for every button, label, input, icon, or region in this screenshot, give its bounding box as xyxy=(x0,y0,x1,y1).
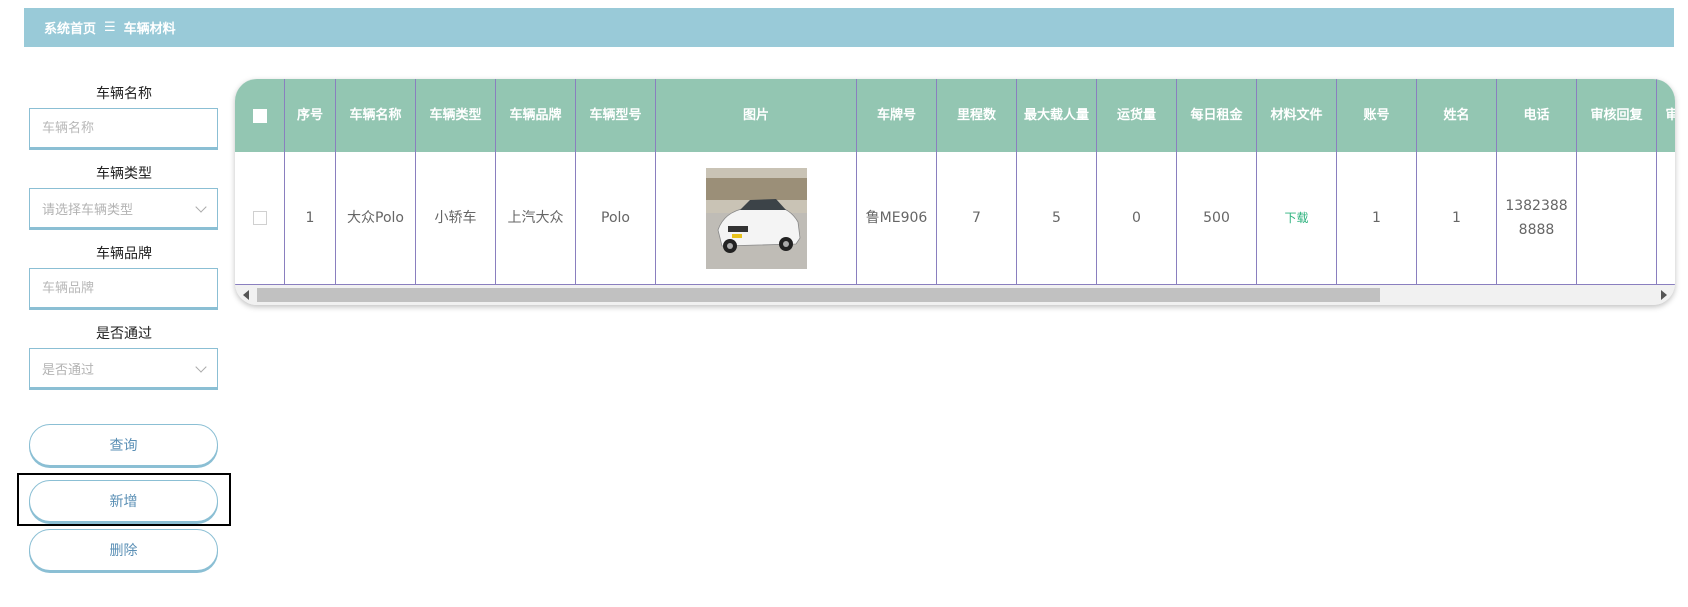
breadcrumb-home[interactable]: 系统首页 xyxy=(44,18,96,37)
horizontal-scrollbar[interactable] xyxy=(235,285,1675,305)
cell-mileage: 7 xyxy=(937,152,1017,284)
approved-placeholder: 是否通过 xyxy=(42,362,95,378)
cell-review-reply xyxy=(1577,152,1657,284)
header-more: 审 xyxy=(1665,107,1675,123)
scrollbar-thumb[interactable] xyxy=(257,288,1380,302)
header-cargo: 运货量 xyxy=(1097,79,1177,152)
vehicle-name-input[interactable] xyxy=(42,120,192,136)
table-row[interactable]: 1 大众Polo 小轿车 上汽大众 Polo 鲁ME906 7 5 0 500 … xyxy=(235,152,1675,285)
cell-type: 小轿车 xyxy=(416,152,496,284)
row-select-cell[interactable] xyxy=(235,152,285,284)
scroll-left-arrow-icon[interactable] xyxy=(243,290,249,300)
vehicle-brand-field[interactable] xyxy=(29,268,218,308)
vehicle-name-label: 车辆名称 xyxy=(96,86,152,102)
menu-icon: ☰ xyxy=(104,20,116,35)
approved-group: 是否通过 是否通过 xyxy=(29,324,219,404)
header-daily-rent: 每日租金 xyxy=(1177,79,1257,152)
cell-max-passengers: 5 xyxy=(1017,152,1097,284)
car-photo[interactable] xyxy=(705,167,807,269)
table-header: 序号 车辆名称 车辆类型 车辆品牌 车辆型号 图片 车牌号 里程数 最大载人量 … xyxy=(235,79,1675,152)
car-photo-graphic xyxy=(705,167,807,269)
cell-seq: 1 xyxy=(285,152,336,284)
delete-button[interactable]: 删除 xyxy=(29,529,218,571)
header-model: 车辆型号 xyxy=(576,79,656,152)
header-review-reply: 审核回复 xyxy=(1577,79,1657,152)
vehicle-type-group: 车辆类型 请选择车辆类型 xyxy=(29,164,219,244)
header-max-passengers: 最大载人量 xyxy=(1017,79,1097,152)
cell-file: 下载 xyxy=(1257,152,1337,284)
vehicle-name-field[interactable] xyxy=(29,108,218,148)
cell-cargo: 0 xyxy=(1097,152,1177,284)
header-mileage: 里程数 xyxy=(937,79,1017,152)
header-real-name: 姓名 xyxy=(1417,79,1497,152)
cell-account: 1 xyxy=(1337,152,1417,284)
page: 系统首页 ☰ 车辆材料 车辆名称 车辆类型 请选择车辆类型 车辆品牌 是否通过 xyxy=(0,0,1688,607)
cell-daily-rent: 500 xyxy=(1177,152,1257,284)
cell-model: Polo xyxy=(576,152,656,284)
data-table: 序号 车辆名称 车辆类型 车辆品牌 车辆型号 图片 车牌号 里程数 最大载人量 … xyxy=(235,79,1675,305)
chevron-down-icon xyxy=(195,361,207,373)
header-select-all[interactable] xyxy=(235,79,285,152)
header-type: 车辆类型 xyxy=(416,79,496,152)
select-all-checkbox[interactable] xyxy=(252,108,267,123)
row-checkbox[interactable] xyxy=(252,211,267,225)
header-account: 账号 xyxy=(1337,79,1417,152)
cell-brand: 上汽大众 xyxy=(496,152,576,284)
header-seq: 序号 xyxy=(285,79,336,152)
header-brand: 车辆品牌 xyxy=(496,79,576,152)
header-image: 图片 xyxy=(656,79,857,152)
header-phone: 电话 xyxy=(1497,79,1577,152)
breadcrumb: 系统首页 ☰ 车辆材料 xyxy=(24,8,1674,47)
cell-real-name: 1 xyxy=(1417,152,1497,284)
cell-phone: 13823888888 xyxy=(1497,152,1577,284)
vehicle-type-placeholder: 请选择车辆类型 xyxy=(42,202,134,218)
header-name: 车辆名称 xyxy=(336,79,416,152)
search-panel: 车辆名称 车辆类型 请选择车辆类型 车辆品牌 是否通过 是否通过 查 xyxy=(29,84,219,571)
download-link[interactable]: 下载 xyxy=(1284,206,1308,230)
header-plate: 车牌号 xyxy=(857,79,937,152)
focus-highlight xyxy=(17,473,231,526)
scroll-right-arrow-icon[interactable] xyxy=(1661,290,1667,300)
vehicle-name-group: 车辆名称 xyxy=(29,84,219,164)
header-file: 材料文件 xyxy=(1257,79,1337,152)
vehicle-brand-label: 车辆品牌 xyxy=(96,246,152,262)
cell-more xyxy=(1657,152,1675,284)
cell-image xyxy=(656,152,857,284)
approved-label: 是否通过 xyxy=(96,326,152,342)
vehicle-type-select[interactable]: 请选择车辆类型 xyxy=(29,188,218,228)
cell-plate: 鲁ME906 xyxy=(857,152,937,284)
query-button[interactable]: 查询 xyxy=(29,424,218,466)
approved-select[interactable]: 是否通过 xyxy=(29,348,218,388)
vehicle-type-label: 车辆类型 xyxy=(96,166,152,182)
cell-name: 大众Polo xyxy=(336,152,416,284)
chevron-down-icon xyxy=(195,201,207,213)
breadcrumb-current: 车辆材料 xyxy=(123,22,176,37)
vehicle-brand-input[interactable] xyxy=(42,280,192,296)
vehicle-brand-group: 车辆品牌 xyxy=(29,244,219,324)
